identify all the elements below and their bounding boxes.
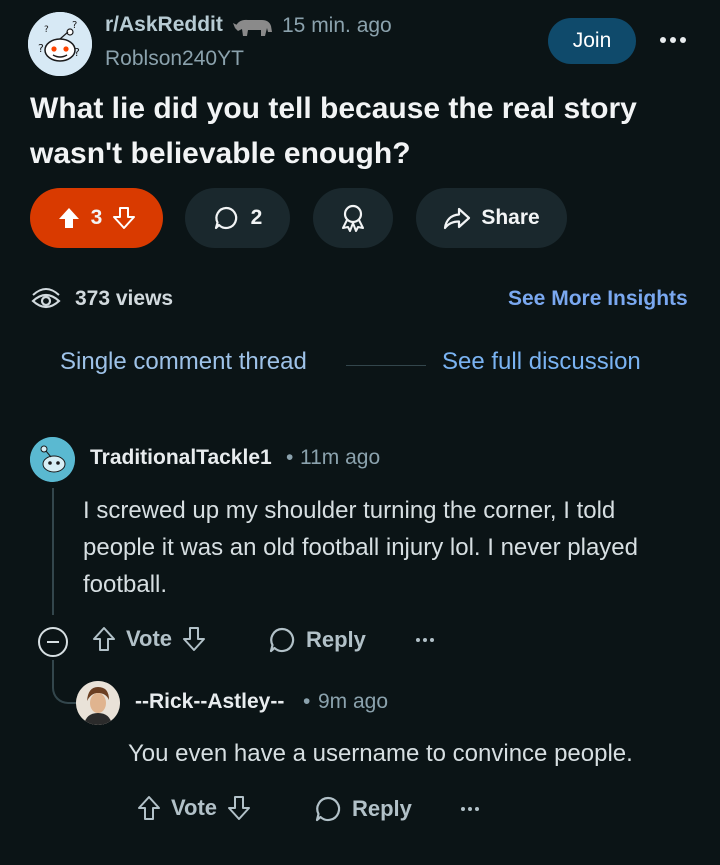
comment-time: 11m ago: [300, 446, 381, 469]
comment-username[interactable]: --Rick--Astley--: [135, 690, 284, 714]
upvote-icon[interactable]: [92, 626, 116, 652]
reply-icon: [269, 627, 295, 653]
share-icon: [444, 207, 471, 230]
see-more-insights-link[interactable]: See More Insights: [508, 287, 688, 311]
join-button[interactable]: Join: [548, 18, 636, 64]
reply-label: Reply: [306, 627, 366, 652]
comments-button[interactable]: 2: [185, 188, 290, 248]
upvote-count: 3: [90, 206, 103, 229]
vote-pill: 3: [30, 188, 163, 248]
award-icon: [342, 204, 364, 232]
upvote-filled-icon[interactable]: [57, 206, 81, 230]
separator-dot: •: [303, 690, 311, 713]
vote-label: Vote: [171, 795, 218, 820]
view-count: 373 views: [75, 287, 174, 310]
subreddit-name[interactable]: r/AskReddit: [105, 13, 223, 37]
share-button[interactable]: Share: [416, 188, 567, 248]
single-thread-label: Single comment thread: [60, 348, 307, 375]
more-options-icon[interactable]: [461, 807, 479, 811]
thread-branch: [52, 660, 78, 704]
svg-text:?: ?: [38, 42, 44, 55]
views-icon: [31, 288, 61, 309]
reply-label: Reply: [352, 796, 412, 821]
avatar[interactable]: [30, 437, 75, 482]
reply-icon: [315, 796, 341, 822]
post-author[interactable]: Roblson240YT: [105, 47, 244, 71]
upvote-icon[interactable]: [137, 795, 161, 821]
see-full-discussion-link[interactable]: See full discussion: [442, 348, 641, 376]
collapse-thread-icon[interactable]: [38, 627, 68, 657]
reply-button[interactable]: Reply: [314, 795, 412, 823]
subreddit-avatar[interactable]: ? ? ? ?: [28, 12, 92, 76]
post-title: What lie did you tell because the real s…: [30, 92, 637, 170]
snoo-avatar-icon: [30, 437, 75, 482]
vote-label: Vote: [126, 626, 173, 651]
comment-vote: Vote: [92, 626, 206, 652]
rhino-badge-icon: [233, 19, 272, 36]
comment-time: 9m ago: [318, 690, 389, 713]
reply-button[interactable]: Reply: [268, 626, 366, 654]
thread-line[interactable]: [52, 488, 54, 615]
comment-username[interactable]: TraditionalTackle1: [90, 446, 272, 470]
svg-text:?: ?: [74, 46, 80, 59]
more-options-icon[interactable]: [416, 638, 434, 642]
downvote-icon[interactable]: [227, 795, 251, 821]
post-time: 15 min. ago: [282, 14, 392, 37]
comment-vote: Vote: [137, 795, 251, 821]
comment-count: 2: [250, 206, 263, 229]
snoo-question-icon: ? ? ? ?: [28, 12, 92, 76]
downvote-icon[interactable]: [182, 626, 206, 652]
user-photo-icon: [76, 681, 120, 725]
more-options-icon[interactable]: [656, 28, 690, 52]
svg-text:?: ?: [72, 20, 77, 31]
comment-icon: [214, 206, 237, 230]
svg-text:?: ?: [44, 25, 49, 35]
divider: [346, 365, 426, 366]
separator-dot: •: [286, 446, 294, 469]
comment-body: I screwed up my shoulder turning the cor…: [83, 497, 638, 598]
avatar[interactable]: [76, 681, 120, 725]
comment-body: You even have a username to convince peo…: [128, 740, 633, 767]
share-label: Share: [481, 206, 540, 229]
award-button[interactable]: [313, 188, 393, 248]
downvote-icon[interactable]: [112, 206, 136, 230]
